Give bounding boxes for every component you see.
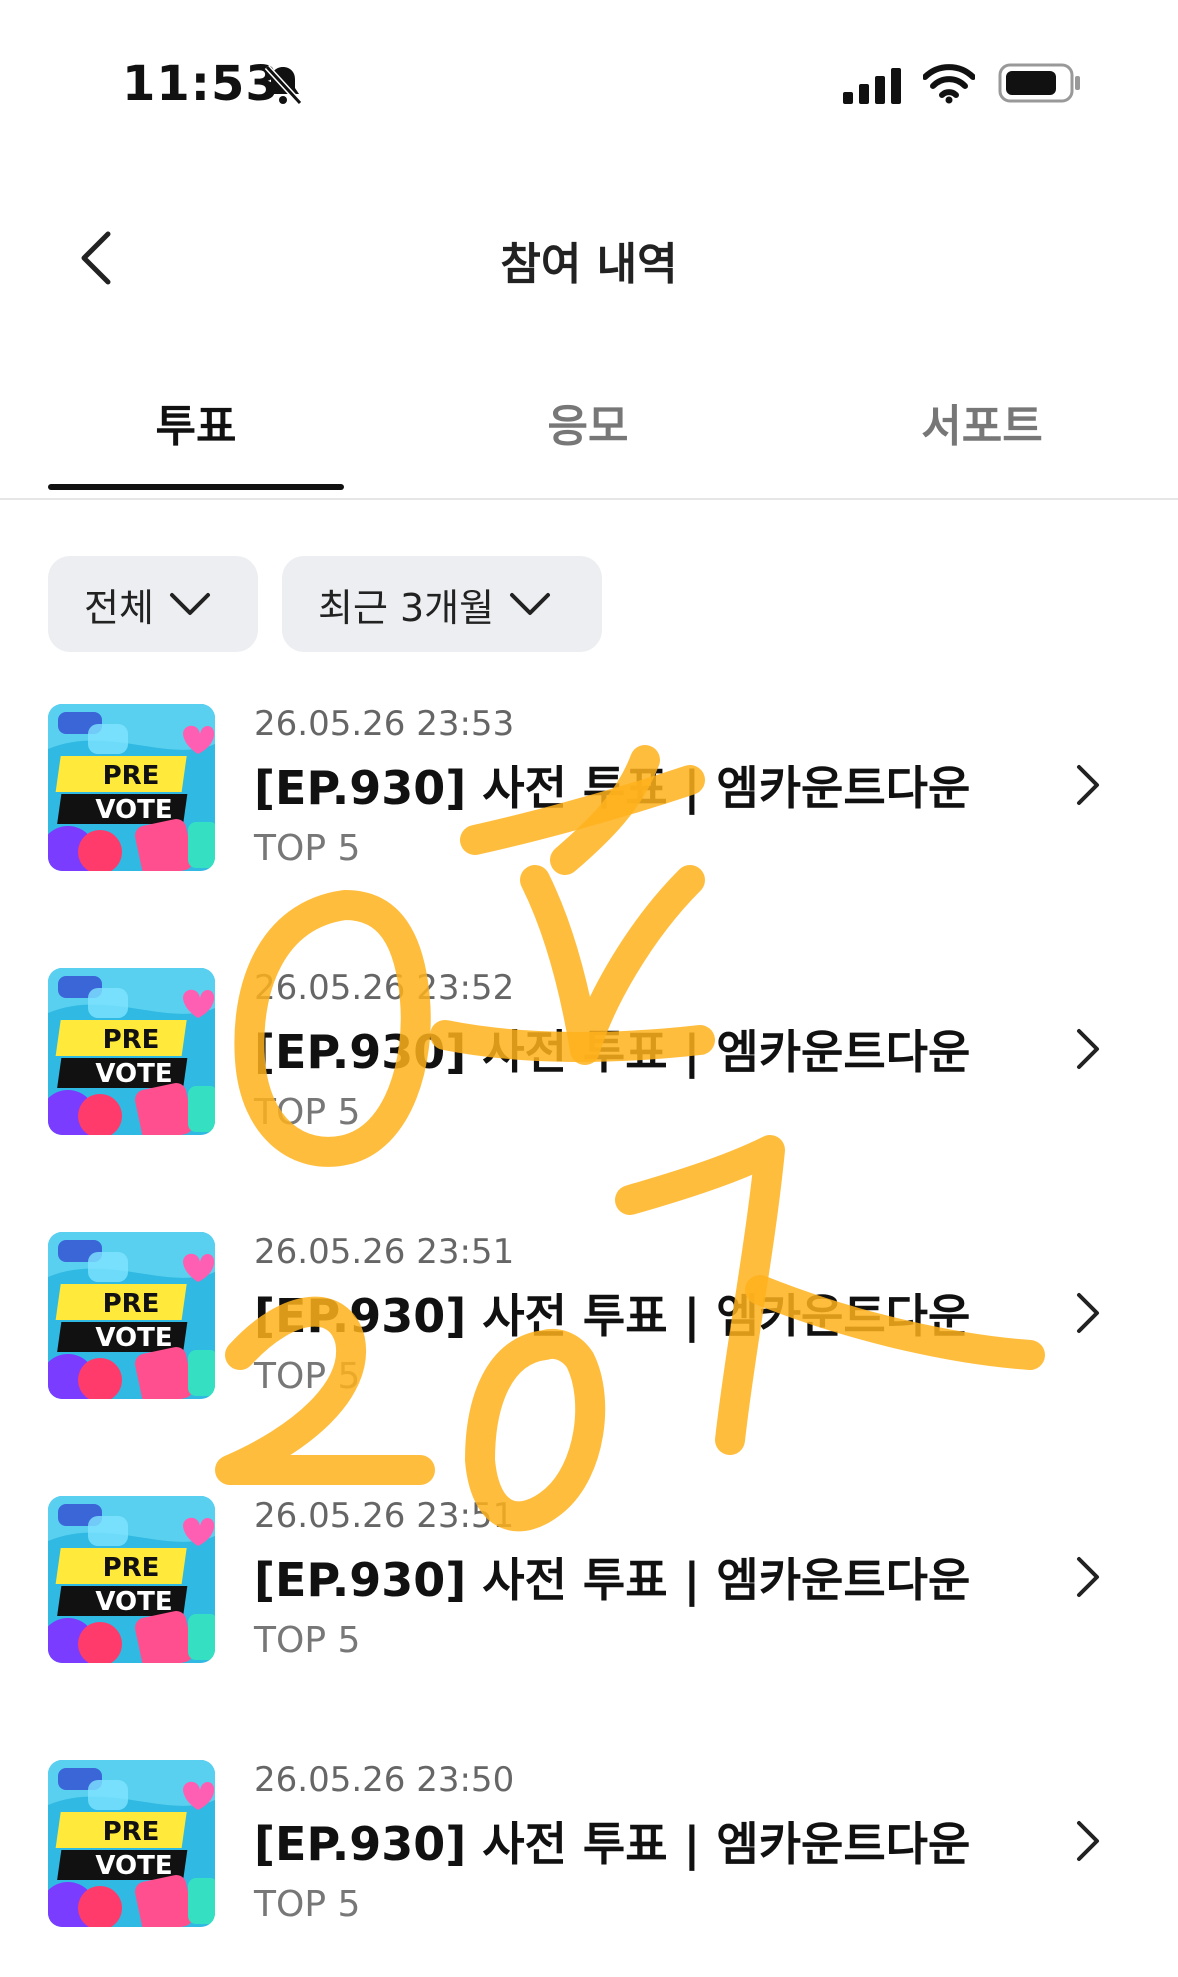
list-item[interactable]: PRE VOTE 26.05.26 23:51 [EP.930] 사전 투표 |… [0,1496,1178,1686]
item-date: 26.05.26 23:50 [254,1760,515,1800]
thumb-line2: VOTE [95,1851,172,1881]
pre-vote-thumbnail-art: PRE VOTE [48,704,215,871]
list-item[interactable]: PRE VOTE 26.05.26 23:53 [EP.930] 사전 투표 |… [0,704,1178,894]
tab-active-indicator [48,484,344,490]
wifi-icon [923,64,975,104]
thumb-line1: PRE [103,1025,160,1055]
thumb-line2: VOTE [95,1587,172,1617]
thumb-line2: VOTE [95,1059,172,1089]
item-title: [EP.930] 사전 투표 | 엠카운트다운 [254,1553,971,1607]
item-subtitle: TOP 5 [254,1884,361,1925]
chevron-right-icon[interactable] [1074,1290,1102,1336]
filter-period-dropdown[interactable]: 최근 3개월 [282,556,602,652]
tab-vote[interactable]: 투표 [48,390,344,454]
thumb-line1: PRE [103,1289,160,1319]
item-subtitle: TOP 5 [254,1620,361,1661]
event-thumbnail: PRE VOTE [48,1496,215,1663]
thumb-line1: PRE [103,1817,160,1847]
chevron-right-icon[interactable] [1074,1818,1102,1864]
item-subtitle: TOP 5 [254,1356,361,1397]
bell-slash-icon [264,64,303,106]
battery-icon [998,63,1080,103]
thumb-line2: VOTE [95,1323,172,1353]
pre-vote-thumbnail-art: PRE VOTE [48,968,215,1135]
item-subtitle: TOP 5 [254,828,361,869]
item-title: [EP.930] 사전 투표 | 엠카운트다운 [254,1289,971,1343]
filter-all-label: 전체 [84,585,154,630]
item-date: 26.05.26 23:53 [254,704,515,744]
list-item[interactable]: PRE VOTE 26.05.26 23:50 [EP.930] 사전 투표 |… [0,1760,1178,1950]
list-item[interactable]: PRE VOTE 26.05.26 23:52 [EP.930] 사전 투표 |… [0,968,1178,1158]
pre-vote-thumbnail-art: PRE VOTE [48,1760,215,1927]
status-time: 11:53 [122,56,280,112]
thumb-line2: VOTE [95,795,172,825]
thumb-line1: PRE [103,1553,160,1583]
item-date: 26.05.26 23:51 [254,1496,515,1536]
event-thumbnail: PRE VOTE [48,1232,215,1399]
event-thumbnail: PRE VOTE [48,968,215,1135]
tab-bar: 투표 응모 서포트 [0,380,1178,500]
pre-vote-thumbnail-art: PRE VOTE [48,1232,215,1399]
item-title: [EP.930] 사전 투표 | 엠카운트다운 [254,761,971,815]
item-subtitle: TOP 5 [254,1092,361,1133]
event-thumbnail: PRE VOTE [48,704,215,871]
chevron-right-icon[interactable] [1074,1026,1102,1072]
thumb-line1: PRE [103,761,160,791]
status-bar: 11:53 [0,0,1178,150]
chevron-right-icon[interactable] [1074,1554,1102,1600]
filter-all-dropdown[interactable]: 전체 [48,556,258,652]
event-thumbnail: PRE VOTE [48,1760,215,1927]
item-title: [EP.930] 사전 투표 | 엠카운트다운 [254,1025,971,1079]
page-title: 참여 내역 [500,239,678,290]
chevron-right-icon[interactable] [1074,762,1102,808]
chevron-down-icon [169,593,210,615]
tab-support[interactable]: 서포트 [834,390,1130,454]
item-date: 26.05.26 23:51 [254,1232,515,1272]
cellular-signal-icon [843,68,901,104]
tab-entry[interactable]: 응모 [440,390,736,454]
filter-period-label: 최근 3개월 [318,585,495,630]
item-date: 26.05.26 23:52 [254,968,515,1008]
item-title: [EP.930] 사전 투표 | 엠카운트다운 [254,1817,971,1871]
list-item[interactable]: PRE VOTE 26.05.26 23:51 [EP.930] 사전 투표 |… [0,1232,1178,1422]
chevron-down-icon [510,593,551,615]
pre-vote-thumbnail-art: PRE VOTE [48,1496,215,1663]
